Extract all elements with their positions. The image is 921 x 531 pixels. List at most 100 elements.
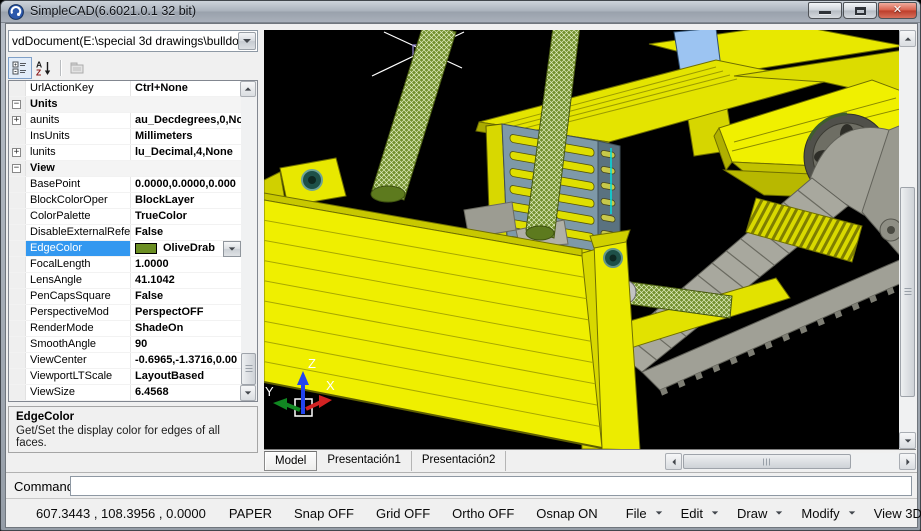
color-swatch <box>135 243 157 254</box>
category-row-View[interactable]: −View <box>9 161 241 177</box>
expand-box-icon[interactable]: + <box>12 116 21 125</box>
scrollbar-thumb[interactable] <box>683 454 851 469</box>
property-row-aunits[interactable]: +aunitsau_Decdegrees,0,No <box>9 113 241 129</box>
property-row-InsUnits[interactable]: InsUnitsMillimeters <box>9 129 241 145</box>
property-row-ColorPalette[interactable]: ColorPaletteTrueColor <box>9 209 241 225</box>
property-value[interactable]: 6.4568 <box>130 385 241 400</box>
scroll-left-button[interactable] <box>665 453 682 470</box>
scroll-right-button[interactable] <box>899 453 916 470</box>
viewport-hscrollbar[interactable] <box>665 453 916 470</box>
property-value[interactable]: -0.6965,-1.3716,0.00 <box>130 353 241 368</box>
toggle-snap-off[interactable]: Snap OFF <box>283 506 365 521</box>
row-margin <box>9 353 26 368</box>
scrollbar-thumb[interactable] <box>241 353 256 385</box>
property-name: EdgeColor <box>26 241 130 256</box>
scroll-up-button[interactable] <box>240 81 256 97</box>
menu-label: View 3D <box>874 506 921 521</box>
arrow-left-icon <box>672 458 675 464</box>
menu-view-3d[interactable]: View 3D <box>865 506 921 521</box>
property-value[interactable]: lu_Decimal,4,None <box>130 145 241 160</box>
property-value[interactable]: False <box>130 225 241 240</box>
collapse-box-icon[interactable]: − <box>12 100 21 109</box>
property-value[interactable]: LayoutBased <box>130 369 241 384</box>
tab-presentación1[interactable]: Presentación1 <box>317 451 412 471</box>
collapse-box-icon[interactable]: − <box>12 164 21 173</box>
expand-box-icon[interactable]: + <box>12 148 21 157</box>
row-margin <box>9 369 26 384</box>
property-row-SmoothAngle[interactable]: SmoothAngle90 <box>9 337 241 353</box>
app-window: SimpleCAD(6.6021.0.1 32 bit) ✕ vdDocumen… <box>0 0 921 531</box>
toggle-osnap-on[interactable]: Osnap ON <box>525 506 608 521</box>
scroll-down-button[interactable] <box>899 432 916 449</box>
property-row-FocalLength[interactable]: FocalLength1.0000 <box>9 257 241 273</box>
menu-file[interactable]: File <box>617 506 672 521</box>
title-bar[interactable]: SimpleCAD(6.6021.0.1 32 bit) ✕ <box>1 1 920 23</box>
combo-dropdown-button[interactable] <box>238 32 256 50</box>
property-name: ViewportLTScale <box>26 369 130 384</box>
property-value[interactable]: Millimeters <box>130 129 241 144</box>
property-pages-button[interactable] <box>65 57 89 79</box>
property-row-BlockColorOper[interactable]: BlockColorOperBlockLayer <box>9 193 241 209</box>
property-value[interactable]: 0.0000,0.0000,0.000 <box>130 177 241 192</box>
property-value[interactable]: au_Decdegrees,0,No <box>130 113 241 128</box>
property-row-PerspectiveMod[interactable]: PerspectiveMod PerspectOFF <box>9 305 241 321</box>
property-value[interactable]: ShadeOn <box>130 321 241 336</box>
property-name: ViewCenter <box>26 353 130 368</box>
property-row-LensAngle[interactable]: LensAngle41.1042 <box>9 273 241 289</box>
toggle-ortho-off[interactable]: Ortho OFF <box>441 506 525 521</box>
property-row-UrlActionKey[interactable]: UrlActionKeyCtrl+None <box>9 81 241 97</box>
scroll-up-button[interactable] <box>899 30 916 47</box>
scrollbar-thumb[interactable] <box>900 187 915 397</box>
property-name: PerspectiveMod <box>26 305 130 320</box>
command-input[interactable] <box>70 476 912 496</box>
toggle-grid-off[interactable]: Grid OFF <box>365 506 441 521</box>
property-value[interactable]: BlockLayer <box>130 193 241 208</box>
coordinates-display: 607.3443 , 108.3956 , 0.0000 <box>36 506 206 521</box>
property-row-ViewSize[interactable]: ViewSize6.4568 <box>9 385 241 401</box>
property-value[interactable]: Ctrl+None <box>130 81 241 96</box>
tab-model[interactable]: Model <box>264 451 317 471</box>
command-label: Command: <box>14 479 78 494</box>
menu-modify[interactable]: Modify <box>792 506 864 521</box>
document-combobox[interactable]: vdDocument(E:\special 3d drawings\bulldo… <box>8 30 258 52</box>
viewport-canvas[interactable]: Z X Y <box>264 30 899 449</box>
property-row-EdgeColor[interactable]: EdgeColorOliveDrab <box>9 241 241 257</box>
value-text: PerspectOFF <box>135 305 203 320</box>
window-title: SimpleCAD(6.6021.0.1 32 bit) <box>30 4 196 18</box>
property-row-ViewCenter[interactable]: ViewCenter-0.6965,-1.3716,0.00 <box>9 353 241 369</box>
property-value[interactable]: 1.0000 <box>130 257 241 272</box>
property-value[interactable]: PerspectOFF <box>130 305 241 320</box>
category-row-Units[interactable]: −Units <box>9 97 241 113</box>
property-row-DisableExternalRefe[interactable]: DisableExternalRefeFalse <box>9 225 241 241</box>
property-row-lunits[interactable]: +lunitslu_Decimal,4,None <box>9 145 241 161</box>
toggle-paper[interactable]: PAPER <box>218 506 283 521</box>
value-text: Millimeters <box>135 129 192 144</box>
property-row-RenderMode[interactable]: RenderModeShadeOn <box>9 321 241 337</box>
property-value[interactable]: 90 <box>130 337 241 352</box>
tab-presentación2[interactable]: Presentación2 <box>412 451 507 471</box>
alphabetical-sort-button[interactable]: A Z <box>32 57 56 79</box>
property-value[interactable]: TrueColor <box>130 209 241 224</box>
property-row-PenCapsSquare[interactable]: PenCapsSquareFalse <box>9 289 241 305</box>
property-value[interactable]: False <box>130 289 241 304</box>
row-margin <box>9 241 26 256</box>
close-button[interactable]: ✕ <box>878 2 917 19</box>
categorized-button[interactable] <box>8 57 32 79</box>
value-dropdown-button[interactable] <box>223 241 241 257</box>
menu-edit[interactable]: Edit <box>672 506 728 521</box>
maximize-button[interactable] <box>843 2 877 19</box>
status-toggles: PAPERSnap OFFGrid OFFOrtho OFFOsnap ON <box>218 506 609 521</box>
property-name: BasePoint <box>26 177 130 192</box>
value-text: 6.4568 <box>135 385 169 400</box>
property-value[interactable]: 41.1042 <box>130 273 241 288</box>
property-name: SmoothAngle <box>26 337 130 352</box>
propertygrid-vscrollbar[interactable] <box>241 81 257 401</box>
property-row-ViewportLTScale[interactable]: ViewportLTScaleLayoutBased <box>9 369 241 385</box>
property-row-BasePoint[interactable]: BasePoint0.0000,0.0000,0.000 <box>9 177 241 193</box>
scroll-down-button[interactable] <box>240 385 256 401</box>
row-margin <box>9 273 26 288</box>
property-name: UrlActionKey <box>26 81 130 96</box>
viewport-vscrollbar[interactable] <box>899 30 916 449</box>
minimize-button[interactable] <box>808 2 842 19</box>
menu-draw[interactable]: Draw <box>728 506 792 521</box>
